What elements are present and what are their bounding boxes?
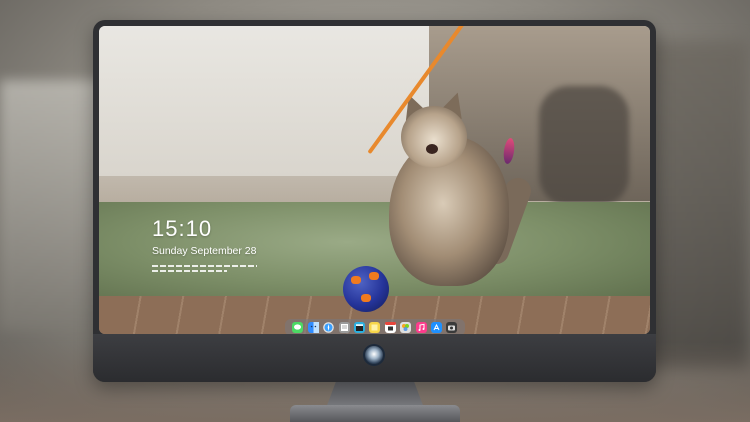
wallpaper-window-light	[99, 26, 429, 176]
camera-icon[interactable]	[446, 322, 458, 333]
brand-logo-icon	[365, 346, 383, 364]
lock-screen-notice-line	[152, 265, 257, 267]
monitor-stand-base	[290, 405, 460, 422]
photos-icon[interactable]	[400, 322, 412, 333]
kitten-mouth	[426, 144, 438, 154]
monitor: 15:10 Sunday September 28	[93, 20, 656, 382]
dock	[285, 319, 465, 334]
music-icon[interactable]	[415, 322, 427, 333]
notes-icon[interactable]	[338, 322, 350, 333]
monitor-chin	[93, 334, 656, 382]
safari-icon[interactable]	[323, 322, 335, 333]
wallpaper-background-object	[539, 86, 629, 206]
finder-icon[interactable]	[307, 322, 319, 333]
ball-spot	[351, 276, 361, 284]
ball-spot	[361, 294, 371, 302]
lock-screen-time: 15:10	[152, 216, 213, 241]
messages-icon[interactable]	[292, 322, 304, 333]
app-store-icon[interactable]	[431, 322, 443, 333]
kitten-head	[401, 106, 467, 168]
clapper-icon[interactable]	[354, 322, 366, 333]
stickies-icon[interactable]	[369, 322, 381, 333]
toy-ball	[343, 266, 389, 312]
lock-screen-date: Sunday September 28	[152, 245, 257, 257]
lock-screen-notice-line	[152, 270, 227, 272]
calendar-icon[interactable]	[384, 322, 396, 333]
lock-screen[interactable]: 15:10 Sunday September 28	[99, 26, 650, 334]
ball-spot	[369, 272, 379, 280]
